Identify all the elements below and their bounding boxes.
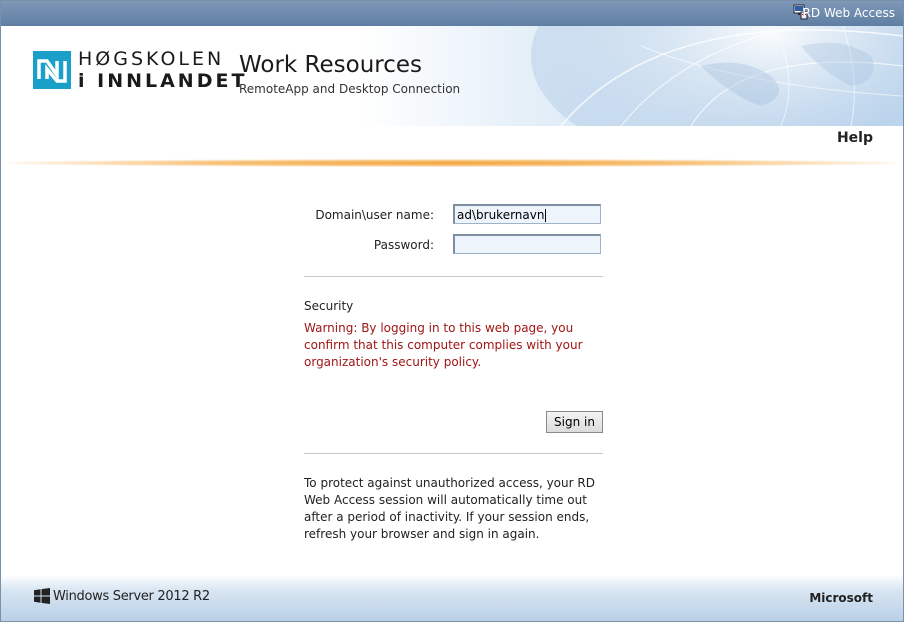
windows-logo-icon	[34, 588, 50, 604]
page-subtitle: RemoteApp and Desktop Connection	[239, 82, 461, 96]
timeout-info-text: To protect against unauthorized access, …	[304, 476, 595, 541]
logo-text-line1: HØGSKOLEN	[78, 48, 225, 70]
microsoft-label: Microsoft	[809, 591, 873, 605]
header-divider	[9, 159, 895, 167]
security-title: Security	[304, 299, 354, 313]
password-label: Password:	[373, 238, 434, 252]
windows-server-label: Windows Server 2012 R2	[53, 589, 210, 604]
top-bar: RD Web Access	[1, 1, 903, 26]
header-banner: HØGSKOLEN i INNLANDET Work Resources Rem…	[1, 26, 903, 126]
username-label: Domain\user name:	[315, 208, 434, 222]
rd-web-access-title: RD Web Access	[802, 6, 895, 20]
rd-web-access-window: RD Web Access HØGSKOLEN i INNLANDET Work…	[0, 0, 904, 622]
username-value: ad\brukernavn	[457, 208, 545, 222]
logo-text-line2: i INNLANDET	[78, 70, 248, 92]
text-caret	[545, 209, 547, 222]
page-title: Work Resources	[239, 52, 423, 78]
password-input[interactable]	[453, 234, 601, 254]
separator-bottom	[304, 453, 603, 454]
hogskolen-logo-icon	[33, 51, 71, 89]
help-link[interactable]: Help	[837, 130, 873, 146]
separator-top	[304, 276, 603, 277]
globe-background-graphic	[531, 26, 903, 126]
security-warning: Warning: By logging in to this web page,…	[304, 321, 583, 369]
username-input[interactable]: ad\brukernavn	[453, 204, 601, 224]
sign-in-button[interactable]: Sign in	[546, 411, 603, 433]
